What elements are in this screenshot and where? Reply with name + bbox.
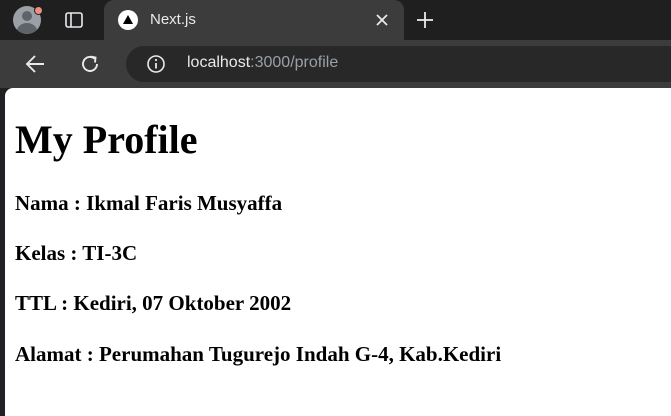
page-viewport: My Profile Nama : Ikmal Faris Musyaffa K… xyxy=(5,88,671,416)
profile-birth: TTL : Kediri, 07 Oktober 2002 xyxy=(15,291,292,315)
back-button[interactable] xyxy=(23,52,47,76)
close-icon xyxy=(376,14,388,26)
profile-button[interactable] xyxy=(13,6,43,36)
profile-class: Kelas : TI-3C xyxy=(15,241,138,265)
url-path: :3000/profile xyxy=(250,54,339,71)
reload-icon xyxy=(82,55,98,72)
new-tab-button[interactable] xyxy=(413,8,437,32)
toolbar: localhost:3000/profile xyxy=(0,40,671,88)
active-tab[interactable]: Next.js xyxy=(104,0,404,40)
tab-search-icon xyxy=(65,12,83,28)
tab-title: Next.js xyxy=(150,11,196,28)
url-host: localhost xyxy=(187,54,251,71)
reload-button[interactable] xyxy=(78,52,102,76)
address-bar[interactable]: localhost:3000/profile xyxy=(126,46,671,82)
browser-window: Next.js localhost:3000/profile My Profil… xyxy=(0,0,671,416)
plus-icon xyxy=(417,12,433,28)
page-title: My Profile xyxy=(15,117,198,162)
notification-badge xyxy=(34,6,43,15)
tab-strip: Next.js xyxy=(0,0,671,40)
back-arrow-icon xyxy=(25,55,44,73)
url-text[interactable]: localhost:3000/profile xyxy=(187,54,338,72)
profile-address: Alamat : Perumahan Tugurejo Indah G-4, K… xyxy=(15,342,502,366)
tab-actions-button[interactable] xyxy=(56,6,92,34)
info-icon[interactable] xyxy=(146,54,166,74)
tab-close-button[interactable] xyxy=(372,10,392,30)
nextjs-triangle-icon xyxy=(118,10,138,30)
profile-name: Nama : Ikmal Faris Musyaffa xyxy=(15,191,283,215)
